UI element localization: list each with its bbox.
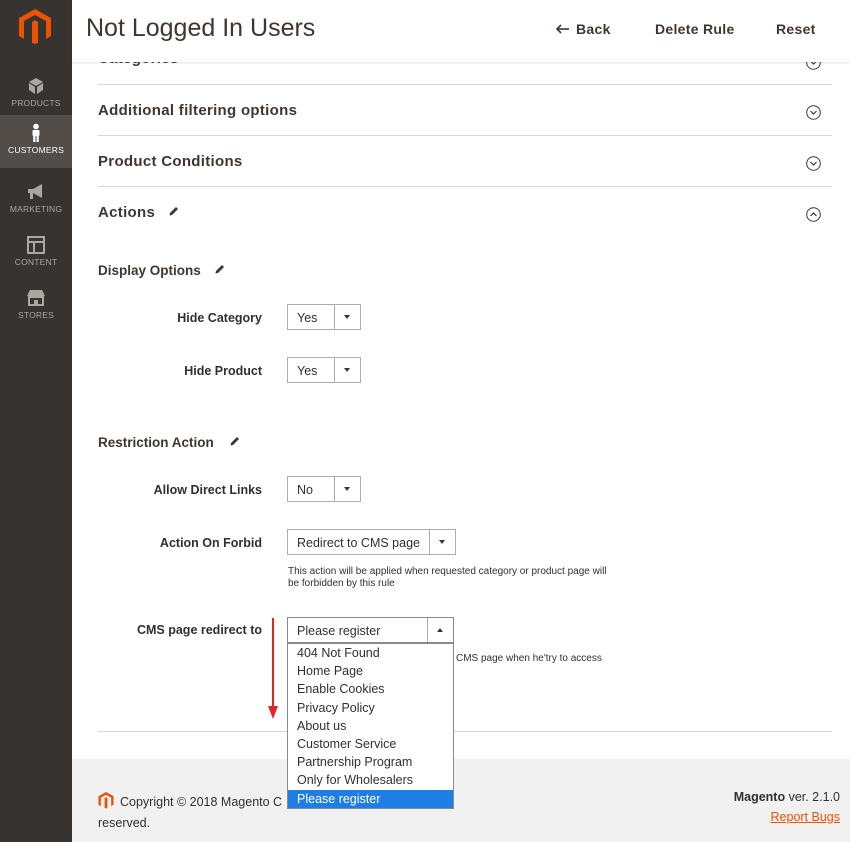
pencil-icon[interactable] — [168, 205, 180, 217]
pencil-icon[interactable] — [229, 435, 241, 447]
sidebar-item-label: CONTENT — [14, 257, 58, 267]
section-title: Product Conditions — [98, 153, 243, 170]
admin-sidebar: PRODUCTS CUSTOMERS MARKETING CONTENT STO… — [0, 0, 72, 842]
chevron-up-icon[interactable] — [806, 207, 821, 222]
caret-down-icon — [334, 477, 360, 501]
pencil-icon[interactable] — [214, 263, 226, 275]
page-header: Not Logged In Users Back Delete Rule Res… — [72, 0, 850, 62]
caret-down-icon — [334, 358, 360, 382]
caret-up-icon — [427, 618, 453, 642]
main-content: Categories Additional filtering options … — [72, 0, 850, 842]
note-line: be forbidden by this rule — [288, 578, 395, 589]
allow-direct-links-label: Allow Direct Links — [153, 483, 262, 497]
hide-product-select[interactable]: Yes — [287, 357, 361, 383]
select-value: Please register — [297, 624, 381, 638]
delete-rule-button[interactable]: Delete Rule — [655, 21, 735, 37]
action-on-forbid-label: Action On Forbid — [159, 536, 262, 550]
back-button-label: Back — [576, 21, 611, 37]
hide-category-select[interactable]: Yes — [287, 304, 361, 330]
note-line: This action will be applied when request… — [288, 566, 607, 577]
chevron-down-icon[interactable] — [806, 156, 821, 171]
dropdown-option[interactable]: Home Page — [288, 662, 453, 680]
action-on-forbid-select[interactable]: Redirect to CMS page — [287, 529, 456, 555]
magento-logo-icon[interactable] — [18, 8, 52, 44]
reset-button[interactable]: Reset — [776, 21, 816, 37]
cms-redirect-note: CMS page when he'try to access — [456, 653, 602, 664]
section-additional-filtering[interactable]: Additional filtering options — [98, 85, 832, 136]
report-bugs-link[interactable]: Report Bugs — [771, 810, 840, 824]
section-title[interactable]: Actions — [98, 204, 155, 221]
select-value: Redirect to CMS page — [297, 536, 420, 550]
cms-redirect-label: CMS page redirect to — [136, 623, 262, 637]
select-value: Yes — [297, 364, 318, 378]
dropdown-option[interactable]: Only for Wholesalers — [288, 771, 453, 789]
caret-down-icon — [334, 305, 360, 329]
dropdown-option[interactable]: Enable Cookies — [288, 680, 453, 698]
sidebar-item-label: STORES — [18, 310, 54, 320]
action-on-forbid-note: This action will be applied when request… — [288, 566, 658, 590]
sidebar-item-content[interactable]: CONTENT — [0, 229, 72, 281]
sidebar-item-label: MARKETING — [9, 204, 63, 214]
red-arrow-down-icon — [268, 618, 278, 719]
copyright-line: Copyright © 2018 Magento C — [120, 795, 283, 809]
page-footer: Copyright © 2018 Magento C reserved. Mag… — [72, 759, 850, 842]
store-icon — [27, 290, 45, 306]
brand-name: Magento — [733, 790, 786, 804]
person-icon — [32, 123, 40, 142]
hide-product-label: Hide Product — [184, 364, 262, 378]
dropdown-option[interactable]: Partnership Program — [288, 753, 453, 771]
select-value: No — [297, 483, 313, 497]
select-value: Yes — [297, 311, 318, 325]
layout-icon — [27, 236, 45, 254]
chevron-down-icon[interactable] — [806, 105, 821, 120]
dropdown-option-selected[interactable]: Please register — [288, 789, 453, 808]
allow-direct-links-select[interactable]: No — [287, 476, 361, 502]
magento-logo-icon — [98, 792, 114, 809]
cms-page-options-list[interactable]: 404 Not Found Home Page Enable Cookies P… — [287, 643, 454, 809]
hide-category-label: Hide Category — [177, 311, 262, 325]
sidebar-item-stores[interactable]: STORES — [0, 282, 72, 334]
dropdown-option[interactable]: Privacy Policy — [288, 699, 453, 717]
section-product-conditions[interactable]: Product Conditions — [98, 136, 832, 187]
back-button[interactable]: Back — [556, 21, 611, 37]
megaphone-icon — [28, 184, 42, 199]
caret-down-icon — [429, 530, 455, 554]
restriction-action-title: Restriction Action — [98, 435, 214, 450]
page-title: Not Logged In Users — [86, 14, 316, 42]
dropdown-option[interactable]: Customer Service — [288, 735, 453, 753]
display-options-title: Display Options — [98, 263, 201, 278]
dropdown-option[interactable]: 404 Not Found — [288, 644, 453, 662]
sidebar-item-label: CUSTOMERS — [8, 145, 64, 155]
copyright-line: reserved. — [98, 816, 151, 830]
version-info: Magento ver. 2.1.0 — [734, 790, 840, 804]
arrow-left-icon — [556, 24, 569, 34]
sidebar-item-customers[interactable]: CUSTOMERS — [0, 115, 72, 168]
sidebar-item-marketing[interactable]: MARKETING — [0, 176, 72, 228]
box-icon — [29, 78, 43, 94]
section-title: Additional filtering options — [98, 102, 298, 119]
dropdown-option[interactable]: About us — [288, 717, 453, 735]
cms-redirect-select[interactable]: Please register — [287, 617, 454, 643]
version-number: ver. 2.1.0 — [785, 790, 840, 804]
sidebar-item-label: PRODUCTS — [11, 98, 61, 108]
section-actions: Actions — [98, 187, 832, 732]
